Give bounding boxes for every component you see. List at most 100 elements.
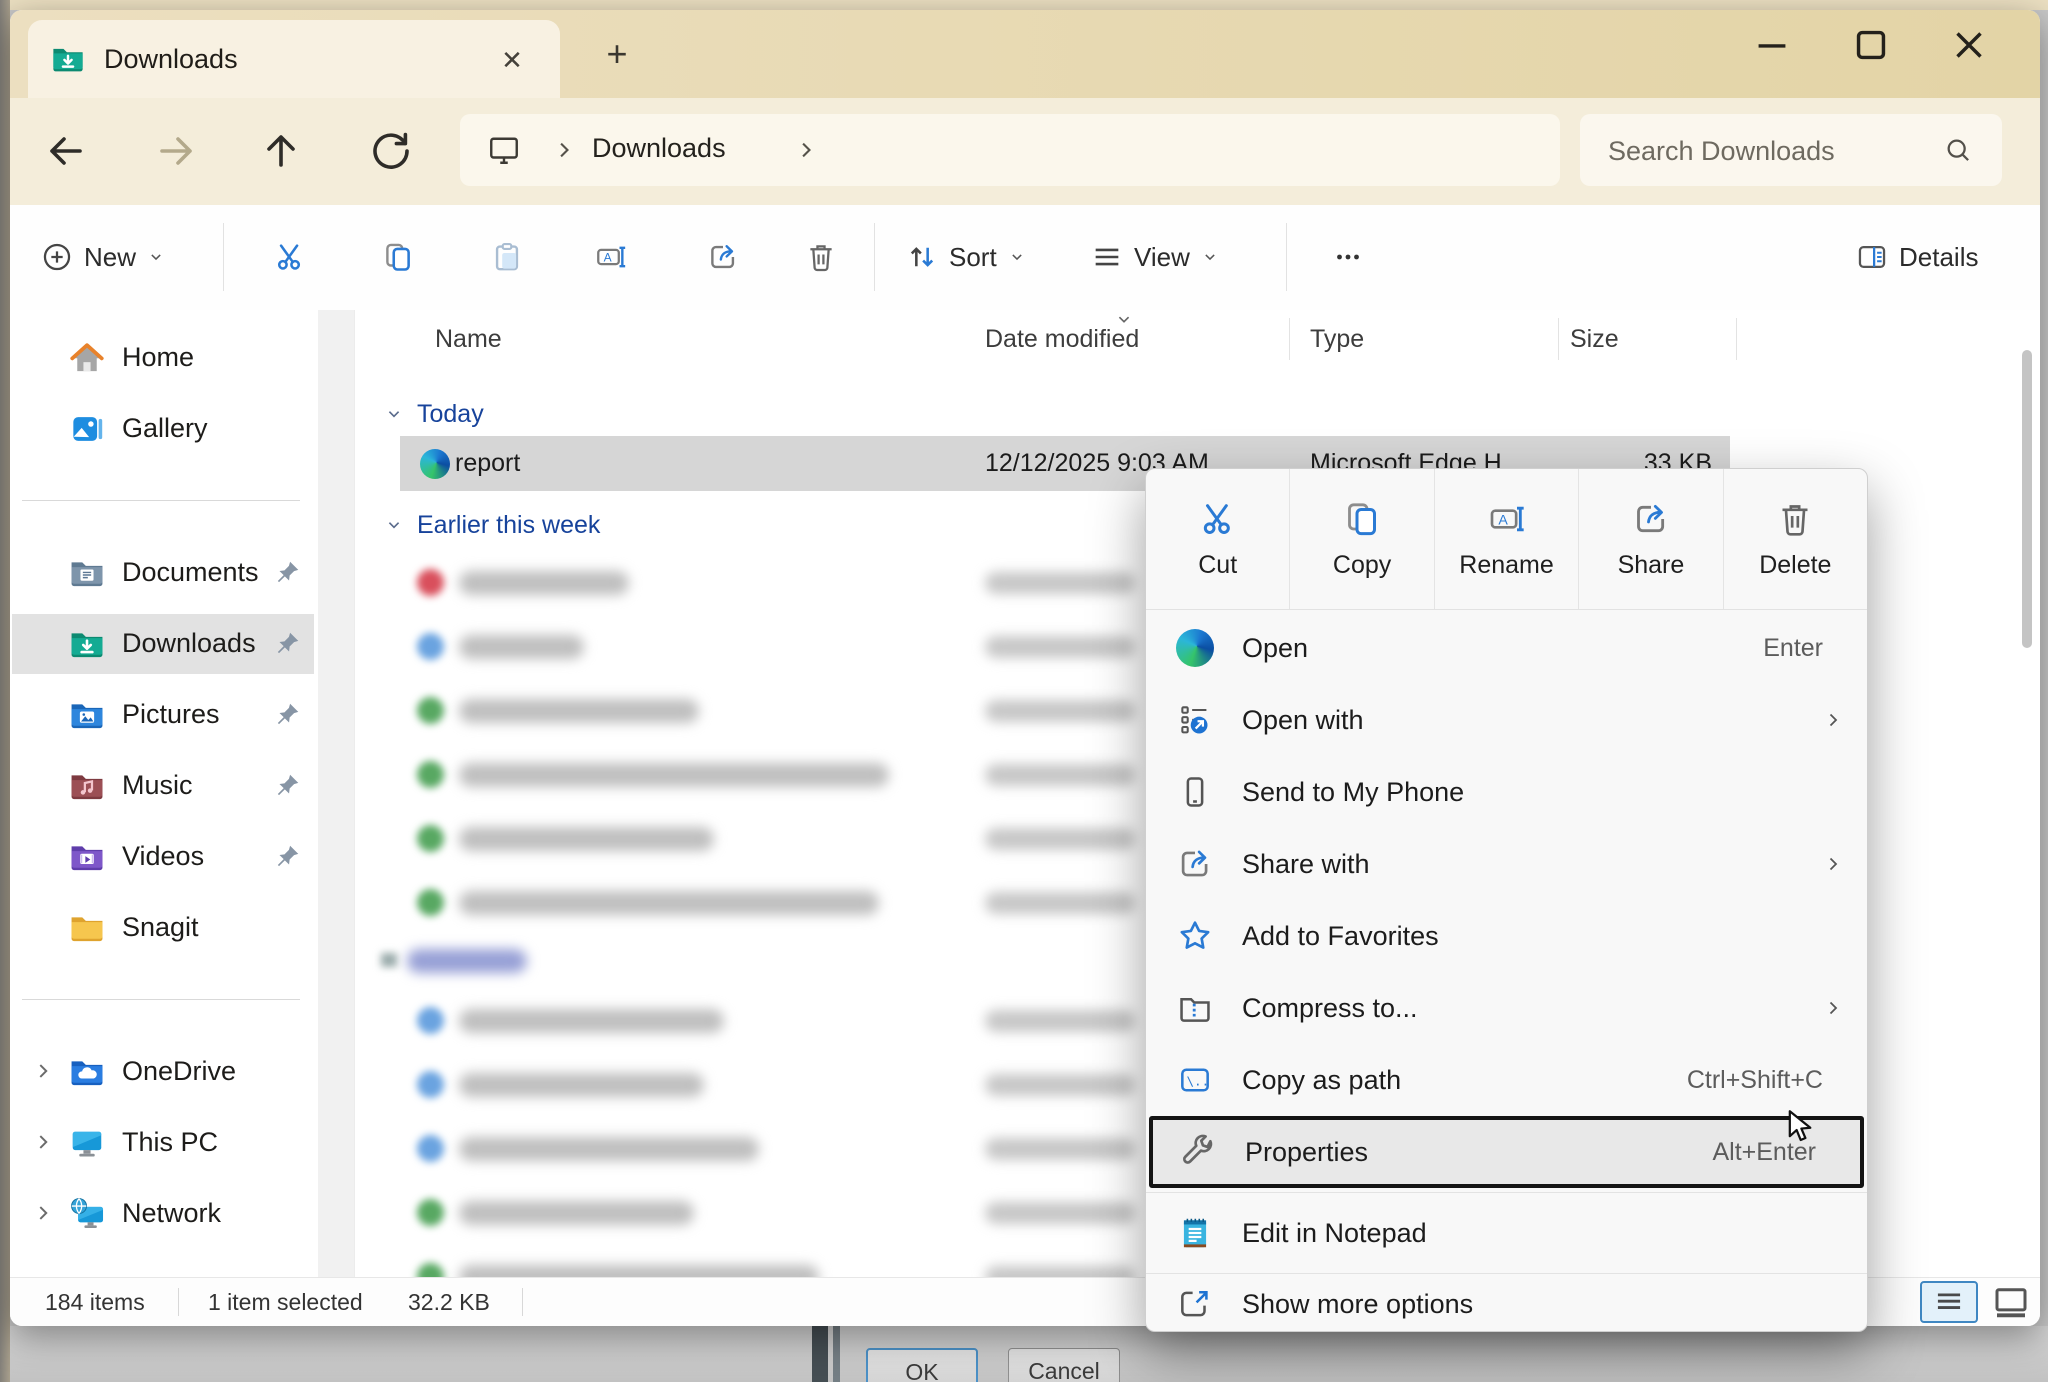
address-bar[interactable]: Downloads [460, 114, 1560, 186]
more-options-button[interactable] [1320, 227, 1376, 287]
menu-item-add-to-favorites[interactable]: Add to Favorites [1146, 900, 1867, 972]
tab-close-button[interactable]: ✕ [494, 42, 530, 78]
background-dialog-cancel-button[interactable]: Cancel [1008, 1348, 1120, 1382]
sidebar-item-downloads[interactable]: Downloads [10, 608, 318, 679]
sidebar-item-gallery[interactable]: Gallery [10, 393, 318, 464]
column-header-type[interactable]: Type [1310, 310, 1364, 368]
sort-button[interactable]: Sort [905, 227, 1027, 287]
copy-button[interactable] [370, 227, 426, 287]
quick-action-delete[interactable]: Delete [1724, 469, 1867, 609]
sidebar-scrollbar-track[interactable] [318, 310, 354, 1278]
column-header-name[interactable]: Name [435, 310, 502, 368]
redacted-file-date [985, 828, 1135, 850]
sidebar-item-label: Videos [122, 841, 204, 872]
forward-icon [152, 127, 200, 175]
rename-icon: A [594, 240, 628, 274]
minimize-button[interactable] [1739, 22, 1805, 68]
breadcrumb-chevron-icon[interactable] [550, 136, 578, 164]
menu-item-send-to-my-phone[interactable]: Send to My Phone [1146, 756, 1867, 828]
wrench-icon [1179, 1133, 1217, 1171]
show-more-icon [1176, 1285, 1214, 1323]
menu-item-show-more-options[interactable]: Show more options [1146, 1278, 1867, 1330]
details-label: Details [1899, 242, 1978, 273]
navigation-bar: Downloads [10, 98, 2040, 205]
breadcrumb-downloads[interactable]: Downloads [592, 133, 726, 164]
back-button[interactable] [42, 127, 90, 175]
forward-button[interactable] [152, 127, 200, 175]
share-icon [1631, 499, 1671, 539]
up-button[interactable] [257, 127, 305, 175]
search-icon[interactable] [1942, 134, 1974, 166]
screen: OK Cancel Downloads ✕ + [0, 0, 2048, 1382]
breadcrumb-chevron-icon[interactable] [792, 136, 820, 164]
paste-button[interactable] [479, 227, 535, 287]
sidebar-item-home[interactable]: Home [10, 322, 318, 393]
context-menu-quick-actions: Cut Copy ARenameShare Delete [1146, 469, 1867, 610]
column-divider[interactable] [1736, 318, 1737, 360]
sort-label: Sort [949, 242, 997, 273]
new-icon [40, 240, 74, 274]
quick-action-cut[interactable]: Cut [1146, 469, 1290, 609]
new-button[interactable]: New [40, 227, 166, 287]
downloads-folder-icon [50, 41, 86, 77]
toolbar-divider [874, 223, 875, 291]
sidebar-item-music[interactable]: Music [10, 750, 318, 821]
menu-item-open-with[interactable]: Open with [1146, 684, 1867, 756]
redacted-file-icon [417, 633, 444, 660]
share-button[interactable] [695, 227, 751, 287]
menu-item-compress-to[interactable]: Compress to... [1146, 972, 1867, 1044]
title-bar: Downloads ✕ + [10, 10, 2040, 98]
sidebar-item-pictures[interactable]: Pictures [10, 679, 318, 750]
close-button[interactable] [1936, 22, 2002, 68]
search-box[interactable] [1580, 114, 2002, 186]
file-list-scrollbar-thumb[interactable] [2022, 350, 2032, 648]
menu-item-open[interactable]: OpenEnter [1146, 612, 1867, 684]
new-tab-button[interactable]: + [596, 34, 638, 76]
thumbnail-view-toggle[interactable] [1988, 1281, 2034, 1323]
onedrive-icon [68, 1053, 106, 1091]
redacted-file-name [459, 763, 889, 787]
group-header-today[interactable]: Today [355, 392, 2040, 436]
menu-item-copy-as-path[interactable]: \..Copy as pathCtrl+Shift+C [1146, 1044, 1867, 1116]
refresh-button[interactable] [366, 127, 414, 175]
sidebar-item-network[interactable]: Network [10, 1178, 318, 1249]
details-view-toggle[interactable] [1920, 1281, 1978, 1323]
menu-item-share-with[interactable]: Share with [1146, 828, 1867, 900]
details-pane-icon [1855, 240, 1889, 274]
maximize-button[interactable] [1838, 22, 1904, 68]
quick-action-rename[interactable]: ARename [1435, 469, 1579, 609]
menu-item-properties[interactable]: PropertiesAlt+Enter [1149, 1116, 1864, 1188]
folder-pictures-icon [68, 696, 106, 734]
cut-button[interactable] [262, 227, 318, 287]
refresh-icon [366, 127, 414, 175]
rename-button[interactable]: A [583, 227, 639, 287]
submenu-chevron-icon [1821, 708, 1845, 732]
sidebar-item-snagit[interactable]: Snagit [10, 892, 318, 963]
delete-button[interactable] [793, 227, 849, 287]
redacted-file-date [985, 636, 1135, 658]
svg-text:A: A [604, 251, 612, 265]
search-input[interactable] [1606, 114, 1910, 188]
column-header-date-modified[interactable]: Date modified [985, 310, 1139, 368]
column-divider[interactable] [1558, 318, 1559, 360]
column-divider[interactable] [1289, 318, 1290, 360]
quick-action-share[interactable]: Share [1579, 469, 1723, 609]
explorer-tab-downloads[interactable]: Downloads ✕ [28, 20, 560, 98]
quick-action-copy[interactable]: Copy [1290, 469, 1434, 609]
details-pane-button[interactable]: Details [1855, 227, 1988, 287]
column-header-size[interactable]: Size [1570, 310, 1619, 368]
sidebar-item-videos[interactable]: Videos [10, 821, 318, 892]
sidebar-item-documents[interactable]: Documents [10, 537, 318, 608]
background-dialog-ok-button[interactable]: OK [866, 1348, 978, 1382]
edge-icon [1176, 629, 1214, 667]
redacted-file-date [985, 764, 1135, 786]
sidebar-item-this-pc[interactable]: This PC [10, 1107, 318, 1178]
quick-action-label: Delete [1759, 551, 1831, 580]
quick-action-label: Copy [1333, 551, 1391, 580]
delete-icon [804, 240, 838, 274]
redacted-file-icon [417, 569, 444, 596]
menu-item-edit-in-notepad[interactable]: Edit in Notepad [1146, 1197, 1867, 1269]
view-button[interactable]: View [1090, 227, 1220, 287]
pin-icon [274, 558, 302, 586]
sidebar-item-onedrive[interactable]: OneDrive [10, 1036, 318, 1107]
